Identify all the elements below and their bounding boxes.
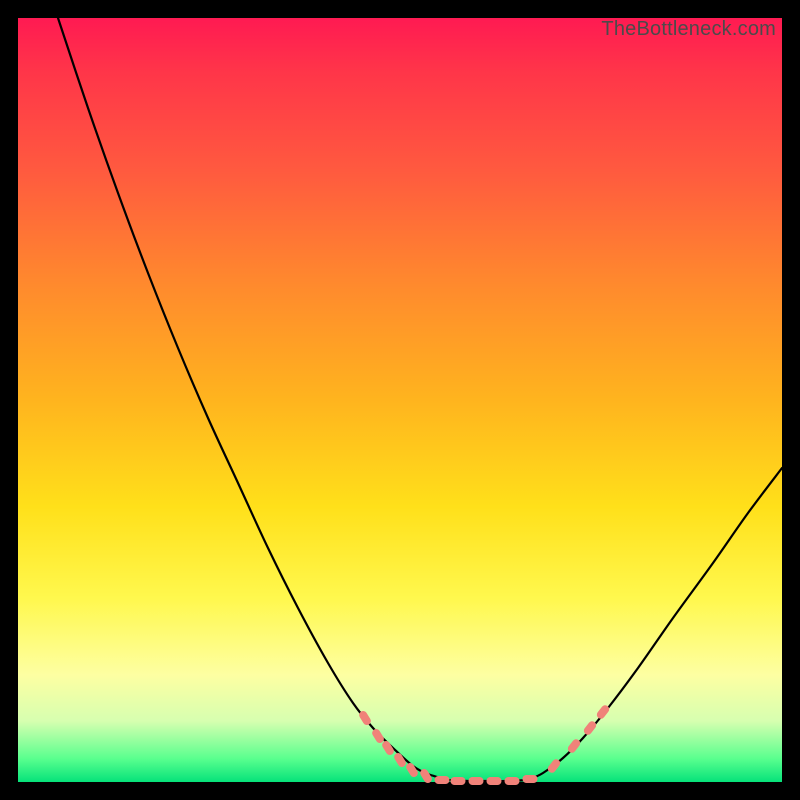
bottleneck-curve-chart <box>18 18 782 782</box>
curve-markers <box>358 704 611 785</box>
curve-marker <box>505 777 520 785</box>
curve-path <box>58 18 782 781</box>
curve-marker <box>523 775 538 783</box>
curve-marker <box>487 777 502 785</box>
curve-marker <box>371 728 386 745</box>
curve-marker <box>435 776 450 784</box>
curve-marker <box>469 777 484 785</box>
curve-marker <box>451 777 466 785</box>
chart-frame: TheBottleneck.com <box>18 18 782 782</box>
